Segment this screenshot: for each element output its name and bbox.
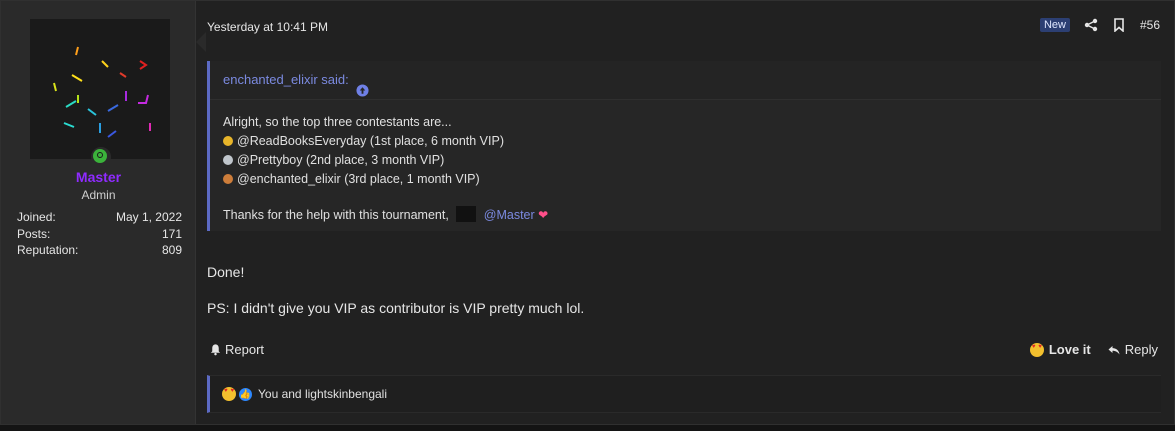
quote-line-text: @Prettyboy (2nd place, 3 month VIP) xyxy=(237,153,445,167)
reactions-bar[interactable]: 👍 You and lightskinbengali xyxy=(207,375,1161,413)
stat-value[interactable]: 171 xyxy=(162,226,182,243)
user-title: Admin xyxy=(81,188,116,202)
bookmark-icon[interactable] xyxy=(1112,18,1126,33)
mention-avatar xyxy=(456,206,477,222)
medal-icon xyxy=(223,174,233,184)
stat-label: Reputation: xyxy=(17,243,79,257)
quote-block: enchanted_elixir said: Alright, so the t… xyxy=(207,61,1161,231)
bell-icon xyxy=(209,343,223,357)
user-info-panel: Master Admin Joined: May 1, 2022 Posts: … xyxy=(1,1,196,424)
report-button[interactable]: Report xyxy=(209,342,264,357)
thanks-text: Thanks for the help with this tournament… xyxy=(223,208,449,222)
quote-line-text: @ReadBooksEveryday (1st place, 6 month V… xyxy=(237,134,504,148)
stat-joined: Joined: May 1, 2022 xyxy=(17,209,182,226)
stat-label: Posts: xyxy=(17,226,51,241)
post-line: Done! xyxy=(207,264,245,280)
post-number[interactable]: #56 xyxy=(1140,18,1160,32)
share-icon[interactable] xyxy=(1084,18,1098,32)
like-icon: 👍 xyxy=(239,387,252,401)
medal-icon xyxy=(223,136,233,146)
heart-eyes-icon xyxy=(1029,342,1044,357)
stat-value: 809 xyxy=(161,243,182,257)
arrow-up-circle-icon[interactable] xyxy=(356,73,370,97)
quote-line-text: @enchanted_elixir (3rd place, 1 month VI… xyxy=(237,172,480,186)
post-body: Done! PS: I didn't give you VIP as contr… xyxy=(207,263,584,317)
quote-line: Thanks for the help with this tournament… xyxy=(223,206,1148,225)
heart-sparkle-icon: ❤ xyxy=(538,208,549,222)
stat-label: Joined: xyxy=(17,210,56,224)
heart-eyes-icon xyxy=(222,387,236,401)
medal-icon xyxy=(223,155,233,165)
username-link[interactable]: Master xyxy=(1,169,196,185)
avatar-art xyxy=(53,46,151,138)
user-stats: Joined: May 1, 2022 Posts: 171 Reputatio… xyxy=(17,209,182,259)
report-label: Report xyxy=(225,342,265,357)
stat-value: May 1, 2022 xyxy=(115,210,182,224)
quote-author[interactable]: enchanted_elixir said: xyxy=(223,60,349,100)
post-date[interactable]: Yesterday at 10:41 PM xyxy=(207,20,328,34)
quote-line: Alright, so the top three contestants ar… xyxy=(223,115,452,129)
avatar[interactable] xyxy=(30,19,170,159)
reactions-text[interactable]: You and lightskinbengali xyxy=(258,387,387,401)
love-it-button[interactable]: Love it xyxy=(1029,342,1091,357)
mention-link[interactable]: @Master xyxy=(484,208,535,222)
stat-posts: Posts: 171 xyxy=(17,226,182,243)
quote-line: @enchanted_elixir (3rd place, 1 month VI… xyxy=(223,170,1148,189)
quote-line: @ReadBooksEveryday (1st place, 6 month V… xyxy=(223,132,1148,151)
new-badge: New xyxy=(1039,18,1070,32)
online-status-icon xyxy=(91,147,111,167)
post-header-actions: New #56 xyxy=(1039,18,1160,33)
post-actions-right: Love it Reply xyxy=(1029,342,1158,357)
forum-post: Master Admin Joined: May 1, 2022 Posts: … xyxy=(0,0,1175,425)
post-main: Yesterday at 10:41 PM New #56 enchanted_… xyxy=(196,1,1174,424)
reply-icon xyxy=(1107,343,1121,357)
reply-label: Reply xyxy=(1124,342,1158,357)
love-it-label: Love it xyxy=(1048,342,1091,357)
quote-line: @Prettyboy (2nd place, 3 month VIP) xyxy=(223,151,1148,170)
post-line: PS: I didn't give you VIP as contributor… xyxy=(207,300,585,316)
quote-body: Alright, so the top three contestants ar… xyxy=(210,100,1161,238)
stat-reputation: Reputation: 809 xyxy=(17,242,182,259)
quote-header: enchanted_elixir said: xyxy=(210,61,1161,100)
reply-button[interactable]: Reply xyxy=(1107,342,1158,357)
